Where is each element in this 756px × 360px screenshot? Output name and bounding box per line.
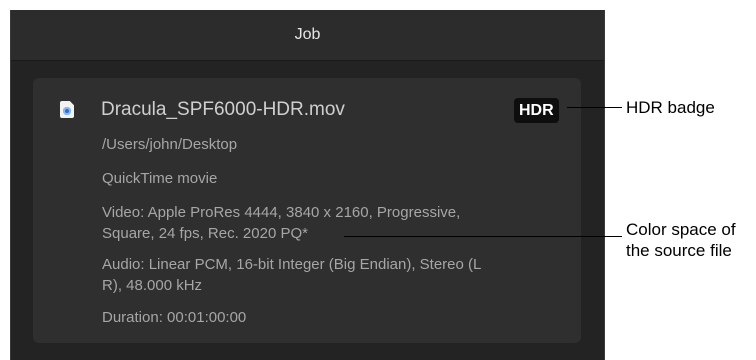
- job-window: Job Dracula_SPF6000-HDR.mov HDR /Users/j…: [10, 10, 605, 360]
- source-filename: Dracula_SPF6000-HDR.mov: [101, 99, 345, 120]
- color-space-callout-line: [344, 236, 622, 237]
- video-info-line-1: Video: Apple ProRes 4444, 3840 x 2160, P…: [102, 204, 461, 221]
- quicktime-file-icon: [60, 101, 74, 118]
- color-space-callout-line-2: the source file: [626, 241, 732, 260]
- audio-info: Audio: Linear PCM, 16-bit Integer (Big E…: [102, 254, 552, 296]
- video-info-line-2: Square, 24 fps, Rec. 2020 PQ*: [102, 225, 308, 242]
- quicktime-logo-icon: [63, 107, 71, 115]
- file-type: QuickTime movie: [102, 170, 218, 187]
- color-space-callout-line-1: Color space of: [626, 220, 736, 239]
- hdr-badge-callout-label: HDR badge: [626, 98, 715, 117]
- duration-info: Duration: 00:01:00:00: [102, 309, 247, 326]
- window-title: Job: [294, 26, 321, 43]
- audio-info-line-1: Audio: Linear PCM, 16-bit Integer (Big E…: [102, 256, 482, 273]
- audio-info-line-2: R), 48.000 kHz: [102, 277, 203, 294]
- color-space-callout-label: Color space of the source file: [626, 219, 736, 261]
- video-info: Video: Apple ProRes 4444, 3840 x 2160, P…: [102, 202, 552, 244]
- hdr-badge: HDR: [514, 98, 559, 123]
- job-source-card: Dracula_SPF6000-HDR.mov HDR /Users/john/…: [33, 78, 581, 343]
- file-path: /Users/john/Desktop: [102, 136, 238, 153]
- title-bar: Job: [11, 10, 604, 61]
- hdr-badge-callout-line: [567, 107, 622, 108]
